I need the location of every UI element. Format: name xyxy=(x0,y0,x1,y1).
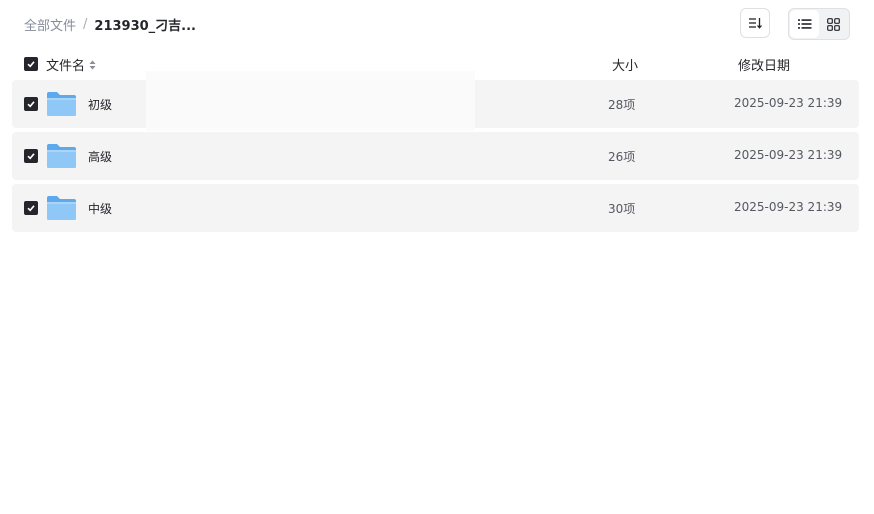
file-size: 28项 xyxy=(608,98,636,112)
view-toggle xyxy=(788,8,850,40)
row-checkbox[interactable] xyxy=(24,201,38,215)
breadcrumb: 全部文件 / 213930_刁吉... xyxy=(24,14,196,34)
folder-icon xyxy=(47,144,76,168)
row-checkbox[interactable] xyxy=(24,149,38,163)
check-icon xyxy=(27,153,35,160)
file-date: 2025-09-23 21:39 xyxy=(734,200,843,214)
list-view-icon xyxy=(797,19,811,29)
sort-button[interactable] xyxy=(740,8,770,38)
file-date: 2025-09-23 21:39 xyxy=(734,96,843,110)
check-icon xyxy=(27,101,35,108)
table-header: 文件名 大小 修改日期 xyxy=(12,52,859,76)
check-icon xyxy=(27,61,35,68)
table-row[interactable]: 中级 30项 2025-09-23 21:39 xyxy=(12,184,859,232)
file-size: 30项 xyxy=(608,202,636,216)
column-header-name[interactable]: 文件名 xyxy=(46,55,96,74)
select-all-checkbox[interactable] xyxy=(24,57,38,71)
file-list: 初级 28项 2025-09-23 21:39 高级 26项 2025-09-2… xyxy=(12,80,859,236)
check-icon xyxy=(27,205,35,212)
file-size: 26项 xyxy=(608,150,636,164)
breadcrumb-separator: / xyxy=(83,16,88,32)
grid-view-icon xyxy=(827,17,840,31)
file-name: 高级 xyxy=(88,150,113,164)
breadcrumb-current: 213930_刁吉... xyxy=(94,18,196,34)
table-row[interactable]: 初级 28项 2025-09-23 21:39 xyxy=(12,80,859,128)
file-name: 中级 xyxy=(88,202,113,216)
sort-toggle-icon xyxy=(89,60,96,70)
file-date: 2025-09-23 21:39 xyxy=(734,148,843,162)
file-name: 初级 xyxy=(88,98,113,112)
column-header-name-label: 文件名 xyxy=(46,59,86,74)
folder-icon xyxy=(47,92,76,116)
folder-icon xyxy=(47,196,76,220)
breadcrumb-root-link[interactable]: 全部文件 xyxy=(24,15,76,34)
table-row[interactable]: 高级 26项 2025-09-23 21:39 xyxy=(12,132,859,180)
grid-view-button[interactable] xyxy=(819,10,848,38)
sort-icon xyxy=(749,18,762,29)
column-header-date[interactable]: 修改日期 xyxy=(738,55,790,74)
list-view-button[interactable] xyxy=(790,10,819,38)
column-header-size[interactable]: 大小 xyxy=(612,55,638,74)
row-checkbox[interactable] xyxy=(24,97,38,111)
